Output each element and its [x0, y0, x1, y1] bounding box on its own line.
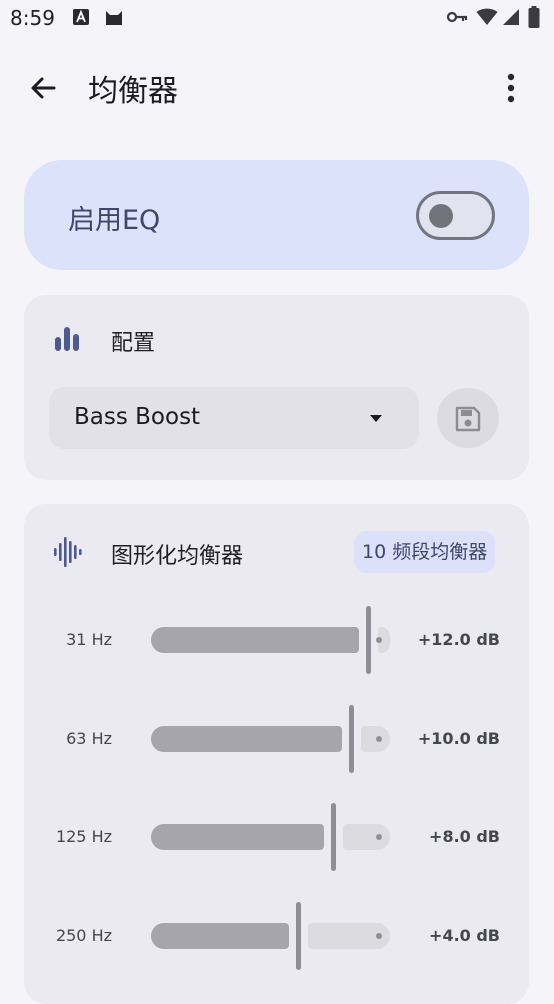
cat-notification-icon	[106, 11, 122, 25]
preset-title: 配置	[111, 331, 156, 356]
slider-stop-indicator	[375, 932, 382, 939]
bar-chart-icon	[55, 327, 79, 351]
status-time: 8:59	[10, 6, 55, 30]
band-frequency-label: 31 Hz	[66, 630, 112, 649]
enable-eq-label: 启用EQ	[68, 205, 161, 236]
save-preset-button[interactable]	[437, 388, 499, 448]
signal-icon	[503, 9, 519, 25]
band-count-chip[interactable]: 10 频段均衡器	[354, 531, 496, 573]
enable-eq-switch[interactable]	[416, 191, 495, 240]
save-icon	[455, 406, 481, 432]
slider-inactive-track[interactable]	[360, 725, 390, 752]
band-frequency-label: 63 Hz	[66, 728, 112, 748]
switch-knob	[429, 204, 453, 228]
page-title: 均衡器	[88, 74, 178, 109]
slider-thumb[interactable]	[348, 704, 354, 773]
slider-active-track[interactable]	[151, 725, 342, 752]
slider-active-track[interactable]	[151, 824, 325, 850]
preset-selected-value: Bass Boost	[74, 404, 201, 430]
slider-thumb[interactable]	[331, 803, 337, 871]
graphic-eq-icon	[54, 537, 82, 567]
slider-stop-indicator	[376, 637, 382, 643]
band-frequency-label: 250 Hz	[55, 925, 112, 945]
dropdown-arrow-icon[interactable]	[366, 410, 386, 426]
band-gain-value: +10.0 dB	[417, 728, 500, 748]
slider-inactive-track[interactable]	[308, 922, 390, 949]
slider-inactive-track[interactable]	[343, 824, 390, 850]
band-gain-value: +8.0 dB	[429, 827, 500, 846]
back-arrow-icon[interactable]	[26, 70, 62, 106]
band-gain-value: +12.0 dB	[417, 630, 500, 649]
band-gain-value: +4.0 dB	[429, 925, 500, 945]
slider-thumb[interactable]	[366, 606, 371, 674]
slider-stop-indicator	[375, 834, 382, 840]
vpn-key-icon	[446, 11, 468, 23]
band-frequency-label: 125 Hz	[55, 827, 112, 846]
more-options-icon[interactable]	[498, 70, 524, 106]
graphic-eq-title: 图形化均衡器	[111, 544, 244, 569]
slider-active-track[interactable]	[151, 922, 290, 949]
slider-thumb[interactable]	[296, 901, 302, 970]
slider-inactive-track[interactable]	[376, 627, 390, 653]
slider-stop-indicator	[375, 735, 382, 742]
wifi-icon	[476, 8, 498, 25]
accessibility-notification-icon	[73, 9, 89, 25]
battery-icon	[528, 6, 540, 28]
slider-active-track[interactable]	[151, 627, 359, 653]
